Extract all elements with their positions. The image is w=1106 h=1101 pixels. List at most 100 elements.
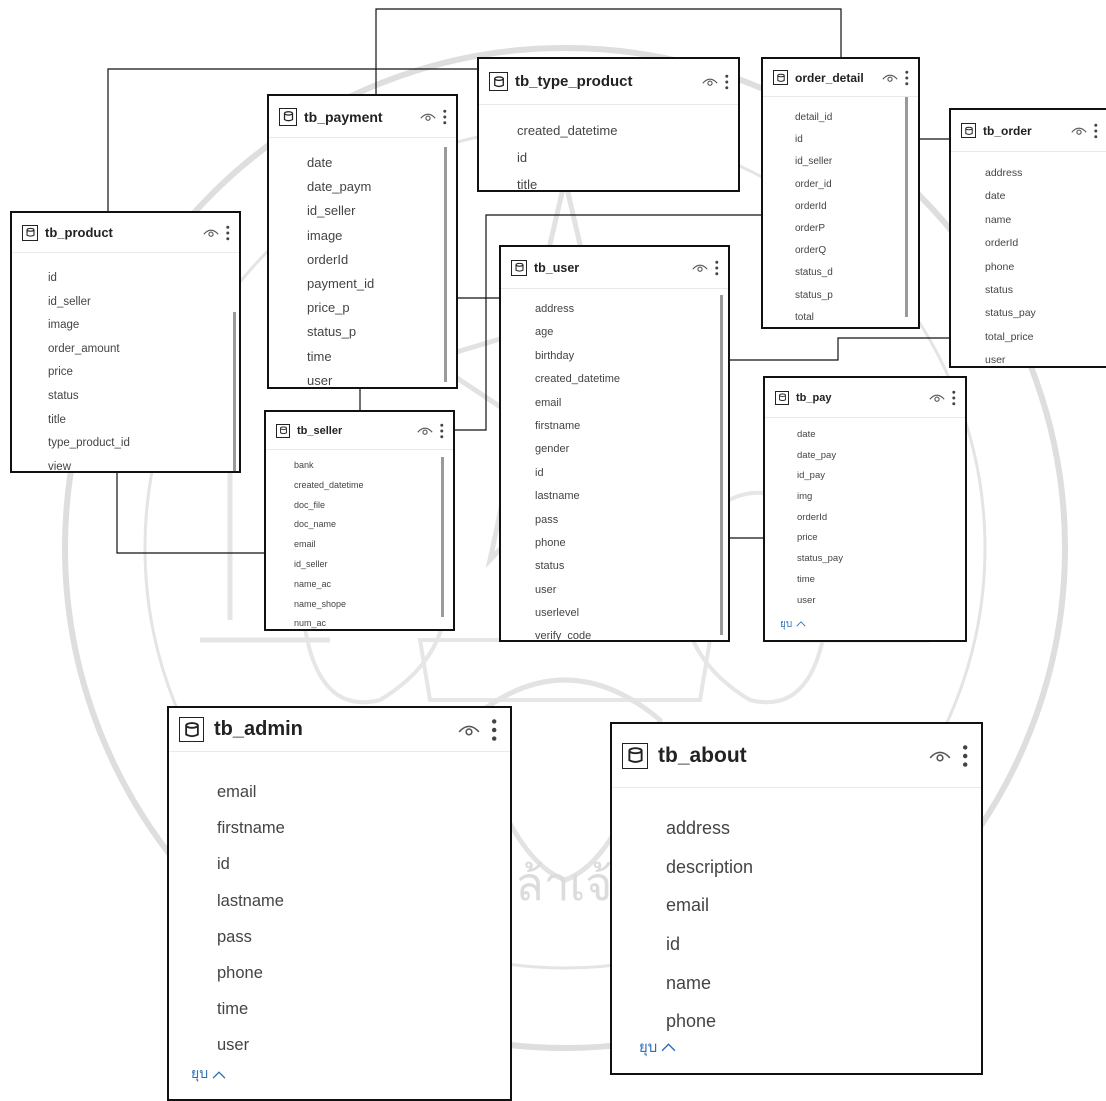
- more-vert-icon[interactable]: [714, 260, 720, 276]
- table-card-tb_user[interactable]: tb_user address age birthday created_datetim…: [499, 245, 730, 642]
- field-orderId[interactable]: orderId: [797, 508, 965, 529]
- field-order_amount[interactable]: order_amount: [48, 338, 239, 362]
- field-image[interactable]: image: [307, 224, 456, 248]
- field-detail_id[interactable]: detail_id: [795, 107, 918, 129]
- field-verify_code[interactable]: verify_code: [535, 625, 728, 640]
- collapse-button[interactable]: ยุบ: [780, 617, 806, 632]
- field-orderQ[interactable]: orderQ: [795, 240, 918, 262]
- field-id[interactable]: id: [48, 267, 239, 291]
- field-time[interactable]: time: [217, 991, 510, 1027]
- field-email[interactable]: email: [217, 774, 510, 810]
- scrollbar[interactable]: [720, 295, 723, 635]
- field-orderId[interactable]: orderId: [307, 248, 456, 272]
- field-id_pay[interactable]: id_pay: [797, 466, 965, 487]
- field-doc_name[interactable]: doc_name: [294, 515, 453, 535]
- field-name_ac[interactable]: name_ac: [294, 575, 453, 595]
- field-date_pay[interactable]: date_pay: [797, 446, 965, 467]
- table-card-tb_product[interactable]: tb_product id id_seller image order_amount pr…: [10, 211, 241, 473]
- field-created_datetime[interactable]: created_datetime: [517, 117, 738, 144]
- field-price[interactable]: price: [48, 361, 239, 385]
- field-name_shope[interactable]: name_shope: [294, 595, 453, 615]
- field-gender[interactable]: gender: [535, 438, 728, 461]
- field-total_price[interactable]: total_price: [985, 326, 1106, 349]
- field-birthday[interactable]: birthday: [535, 345, 728, 368]
- more-vert-icon[interactable]: [961, 744, 969, 768]
- field-image[interactable]: image: [48, 314, 239, 338]
- field-email[interactable]: email: [294, 535, 453, 555]
- field-date[interactable]: date: [307, 151, 456, 175]
- field-status_d[interactable]: status_d: [795, 262, 918, 284]
- field-status[interactable]: status: [48, 385, 239, 409]
- eye-icon[interactable]: [929, 748, 951, 763]
- eye-icon[interactable]: [1071, 125, 1088, 136]
- field-name[interactable]: name: [666, 964, 981, 1003]
- table-card-tb_pay[interactable]: tb_pay date date_pay id_pay img orderId price s…: [763, 376, 967, 642]
- field-phone[interactable]: phone: [217, 955, 510, 991]
- field-phone[interactable]: phone: [535, 532, 728, 555]
- field-status_pay[interactable]: status_pay: [985, 302, 1106, 325]
- field-lastname[interactable]: lastname: [217, 883, 510, 919]
- field-user[interactable]: user: [217, 1027, 510, 1063]
- field-orderId[interactable]: orderId: [985, 232, 1106, 255]
- field-status[interactable]: status: [535, 555, 728, 578]
- field-phone[interactable]: phone: [985, 256, 1106, 279]
- field-pass[interactable]: pass: [217, 919, 510, 955]
- more-vert-icon[interactable]: [225, 225, 231, 241]
- eye-icon[interactable]: [420, 111, 437, 122]
- more-vert-icon[interactable]: [439, 423, 445, 439]
- field-type_product_id[interactable]: type_product_id: [48, 432, 239, 456]
- scrollbar[interactable]: [441, 457, 444, 617]
- field-id_seller[interactable]: id_seller: [307, 199, 456, 223]
- field-pass[interactable]: pass: [535, 509, 728, 532]
- scrollbar[interactable]: [444, 147, 447, 382]
- field-email[interactable]: email: [535, 392, 728, 415]
- eye-icon[interactable]: [203, 227, 220, 238]
- field-description[interactable]: description: [666, 848, 981, 887]
- field-status_p[interactable]: status_p: [307, 320, 456, 344]
- field-date[interactable]: date: [985, 185, 1106, 208]
- field-email[interactable]: email: [666, 886, 981, 925]
- table-card-tb_order[interactable]: tb_order address date name orderId phone statu…: [949, 108, 1106, 368]
- field-num_ac[interactable]: num_ac: [294, 614, 453, 629]
- table-card-tb_seller[interactable]: tb_seller bank created_datetime doc_file doc…: [264, 410, 455, 631]
- field-order_id[interactable]: order_id: [795, 174, 918, 196]
- more-vert-icon[interactable]: [1093, 123, 1099, 139]
- table-card-tb_admin[interactable]: tb_admin email firstname id lastname pass phon…: [167, 706, 512, 1101]
- scrollbar[interactable]: [233, 312, 236, 471]
- field-id[interactable]: id: [217, 846, 510, 882]
- field-user[interactable]: user: [307, 369, 456, 387]
- field-status_pay[interactable]: status_pay: [797, 549, 965, 570]
- field-view[interactable]: view: [48, 456, 239, 471]
- table-card-tb_payment[interactable]: tb_payment date date_paym id_seller image ord…: [267, 94, 458, 389]
- field-doc_file[interactable]: doc_file: [294, 496, 453, 516]
- field-date[interactable]: date: [797, 425, 965, 446]
- field-user[interactable]: user: [535, 579, 728, 602]
- field-id_seller[interactable]: id_seller: [294, 555, 453, 575]
- field-total[interactable]: total: [795, 307, 918, 327]
- more-vert-icon[interactable]: [490, 718, 498, 742]
- table-card-order_detail[interactable]: order_detail detail_id id id_seller order_id…: [761, 57, 920, 329]
- field-age[interactable]: age: [535, 321, 728, 344]
- eye-icon[interactable]: [882, 72, 899, 83]
- field-address[interactable]: address: [535, 298, 728, 321]
- more-vert-icon[interactable]: [951, 390, 957, 406]
- field-bank[interactable]: bank: [294, 456, 453, 476]
- eye-icon[interactable]: [458, 722, 480, 737]
- scrollbar[interactable]: [905, 97, 908, 317]
- field-orderP[interactable]: orderP: [795, 218, 918, 240]
- field-created_datetime[interactable]: created_datetime: [535, 368, 728, 391]
- field-user[interactable]: user: [985, 349, 1106, 366]
- field-title[interactable]: title: [48, 409, 239, 433]
- field-id[interactable]: id: [666, 925, 981, 964]
- field-time[interactable]: time: [797, 570, 965, 591]
- field-id[interactable]: id: [535, 462, 728, 485]
- field-user[interactable]: user: [797, 591, 965, 612]
- field-payment_id[interactable]: payment_id: [307, 272, 456, 296]
- field-price_p[interactable]: price_p: [307, 296, 456, 320]
- more-vert-icon[interactable]: [904, 70, 910, 86]
- field-lastname[interactable]: lastname: [535, 485, 728, 508]
- field-id_seller[interactable]: id_seller: [48, 291, 239, 315]
- field-img[interactable]: img: [797, 487, 965, 508]
- field-firstname[interactable]: firstname: [535, 415, 728, 438]
- field-time[interactable]: time: [307, 345, 456, 369]
